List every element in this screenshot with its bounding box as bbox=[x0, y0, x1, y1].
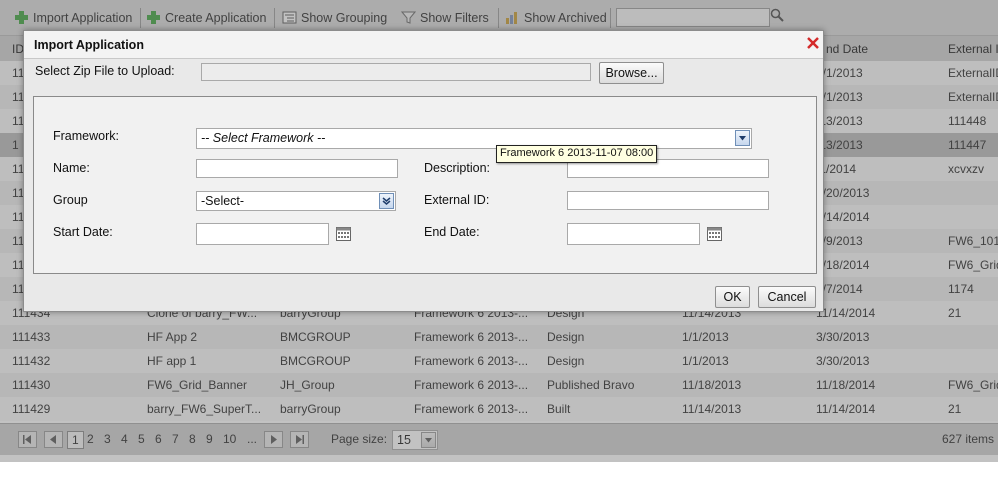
framework-tooltip: Framework 6 2013-11-07 08:00 bbox=[496, 145, 658, 163]
end-date-label: End Date: bbox=[424, 225, 480, 239]
ok-button[interactable]: OK bbox=[715, 286, 750, 308]
end-date-input[interactable] bbox=[567, 223, 700, 245]
calendar-icon[interactable] bbox=[707, 227, 722, 241]
group-value: -Select- bbox=[201, 194, 245, 208]
group-select[interactable]: -Select- bbox=[196, 191, 396, 211]
description-label: Description: bbox=[424, 161, 490, 175]
chevron-down-icon bbox=[739, 136, 746, 141]
calendar-icon[interactable] bbox=[336, 227, 351, 241]
start-date-input[interactable] bbox=[196, 223, 329, 245]
group-label: Group bbox=[53, 193, 88, 207]
chevron-down-icon bbox=[382, 197, 391, 205]
close-icon[interactable] bbox=[805, 35, 821, 51]
dialog-title-bar: Import Application bbox=[24, 31, 823, 59]
zip-file-path bbox=[201, 63, 591, 81]
start-date-label: Start Date: bbox=[53, 225, 113, 239]
name-input[interactable] bbox=[196, 159, 398, 178]
cancel-button[interactable]: Cancel bbox=[758, 286, 816, 308]
browse-button[interactable]: Browse... bbox=[599, 62, 664, 84]
zip-file-label: Select Zip File to Upload: bbox=[35, 64, 175, 78]
dialog-title: Import Application bbox=[34, 38, 144, 52]
external-id-input[interactable] bbox=[567, 191, 769, 210]
external-id-label: External ID: bbox=[424, 193, 490, 207]
application-details-panel bbox=[33, 96, 817, 274]
framework-value: -- Select Framework -- bbox=[201, 131, 326, 145]
group-dropdown-button[interactable] bbox=[379, 193, 394, 209]
import-application-dialog: Import Application Select Zip File to Up… bbox=[23, 30, 824, 312]
framework-select[interactable]: -- Select Framework -- bbox=[196, 128, 752, 149]
framework-label: Framework: bbox=[53, 129, 119, 143]
framework-dropdown-button[interactable] bbox=[735, 130, 750, 146]
name-label: Name: bbox=[53, 161, 90, 175]
